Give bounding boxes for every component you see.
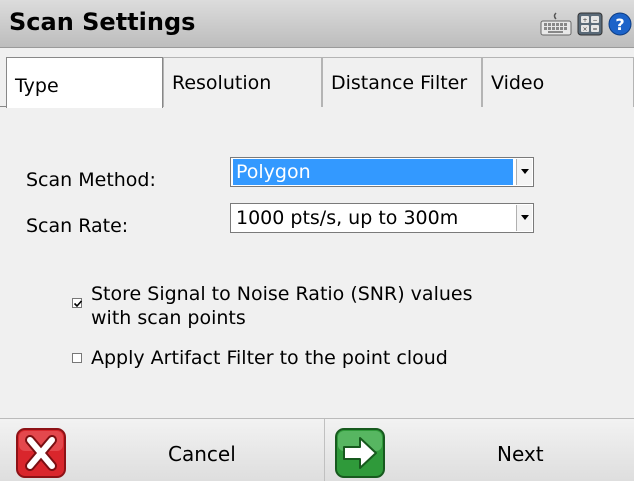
scan-method-select[interactable]: Polygon	[230, 157, 534, 187]
tab-content-type: Scan Method: Polygon Scan Rate: 1000 pts…	[0, 108, 634, 418]
scan-method-label: Scan Method:	[26, 169, 156, 191]
svg-text:×: ×	[582, 26, 587, 33]
footer-bar: Cancel Next	[0, 418, 634, 481]
scan-rate-select[interactable]: 1000 pts/s, up to 300m	[230, 203, 534, 233]
calculator-icon[interactable]: + − × =	[577, 12, 603, 36]
tab-bar: Type Resolution Distance Filter Video	[0, 57, 634, 108]
scan-method-value: Polygon	[233, 159, 513, 185]
snr-label-line2: with scan points	[91, 307, 246, 329]
window-title: Scan Settings	[9, 8, 196, 36]
cancel-label: Cancel	[168, 442, 236, 466]
checkmark-icon	[73, 300, 83, 308]
scan-rate-value: 1000 pts/s, up to 300m	[236, 207, 459, 229]
chevron-down-icon	[521, 215, 529, 220]
help-icon[interactable]: ?	[608, 12, 632, 36]
title-bar: Scan Settings + − × = ?	[0, 0, 634, 48]
svg-text:−: −	[592, 17, 597, 24]
artifact-filter-checkbox[interactable]	[72, 353, 82, 363]
keyboard-icon[interactable]	[540, 12, 572, 36]
snr-label-line1: Store Signal to Noise Ratio (SNR) values	[91, 283, 473, 305]
svg-text:=: =	[592, 26, 597, 33]
tab-type[interactable]: Type	[6, 57, 163, 108]
svg-text:+: +	[582, 17, 587, 24]
close-icon	[16, 428, 66, 478]
tab-video[interactable]: Video	[482, 57, 634, 107]
artifact-filter-label: Apply Artifact Filter to the point cloud	[91, 347, 448, 369]
arrow-right-icon	[335, 428, 385, 478]
next-button[interactable]: Next	[324, 419, 634, 481]
snr-checkbox[interactable]	[72, 298, 83, 308]
scan-method-dropdown-button[interactable]	[516, 159, 532, 185]
tab-distance-filter[interactable]: Distance Filter	[322, 57, 482, 107]
chevron-down-icon	[521, 169, 529, 174]
scan-rate-label: Scan Rate:	[26, 215, 129, 237]
svg-text:?: ?	[615, 15, 624, 34]
tab-resolution[interactable]: Resolution	[163, 57, 322, 107]
cancel-button[interactable]: Cancel	[0, 419, 324, 481]
next-label: Next	[497, 442, 544, 466]
scan-rate-dropdown-button[interactable]	[516, 205, 532, 231]
